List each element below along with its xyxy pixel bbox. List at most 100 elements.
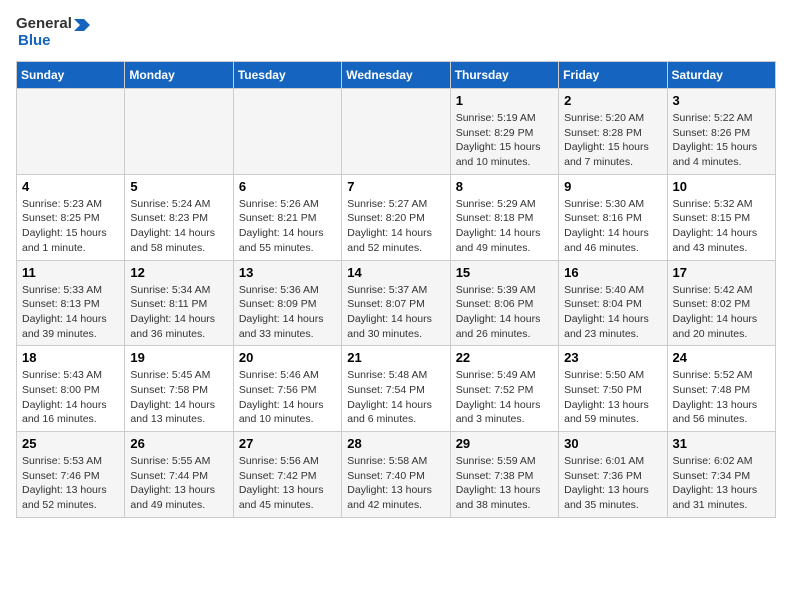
day-info: Sunrise: 5:58 AM Sunset: 7:40 PM Dayligh… (347, 454, 444, 513)
day-info: Sunrise: 5:40 AM Sunset: 8:04 PM Dayligh… (564, 283, 661, 342)
calendar-cell: 20 Sunrise: 5:46 AM Sunset: 7:56 PM Dayli… (233, 346, 341, 432)
calendar-cell: 25 Sunrise: 5:53 AM Sunset: 7:46 PM Dayli… (17, 432, 125, 518)
day-info: Sunrise: 5:53 AM Sunset: 7:46 PM Dayligh… (22, 454, 119, 513)
day-number: 16 (564, 265, 661, 280)
header-cell-friday: Friday (559, 62, 667, 89)
day-info: Sunrise: 5:19 AM Sunset: 8:29 PM Dayligh… (456, 111, 553, 170)
calendar-cell: 10 Sunrise: 5:32 AM Sunset: 8:15 PM Dayli… (667, 174, 775, 260)
logo-chevron-icon (74, 17, 90, 31)
calendar-header: SundayMondayTuesdayWednesdayThursdayFrid… (17, 62, 776, 89)
day-number: 12 (130, 265, 227, 280)
calendar-cell (125, 89, 233, 175)
day-info: Sunrise: 5:33 AM Sunset: 8:13 PM Dayligh… (22, 283, 119, 342)
day-number: 13 (239, 265, 336, 280)
day-number: 10 (673, 179, 770, 194)
day-number: 8 (456, 179, 553, 194)
day-number: 9 (564, 179, 661, 194)
header-cell-monday: Monday (125, 62, 233, 89)
day-info: Sunrise: 5:42 AM Sunset: 8:02 PM Dayligh… (673, 283, 770, 342)
day-number: 25 (22, 436, 119, 451)
day-info: Sunrise: 5:56 AM Sunset: 7:42 PM Dayligh… (239, 454, 336, 513)
week-row-1: 4 Sunrise: 5:23 AM Sunset: 8:25 PM Daylig… (17, 174, 776, 260)
day-info: Sunrise: 5:59 AM Sunset: 7:38 PM Dayligh… (456, 454, 553, 513)
calendar-cell: 29 Sunrise: 5:59 AM Sunset: 7:38 PM Dayli… (450, 432, 558, 518)
day-info: Sunrise: 5:46 AM Sunset: 7:56 PM Dayligh… (239, 368, 336, 427)
day-number: 23 (564, 350, 661, 365)
day-number: 19 (130, 350, 227, 365)
calendar-cell: 30Sunrise: 6:01 AM Sunset: 7:36 PM Dayli… (559, 432, 667, 518)
day-info: Sunrise: 5:43 AM Sunset: 8:00 PM Dayligh… (22, 368, 119, 427)
day-info: Sunrise: 5:20 AM Sunset: 8:28 PM Dayligh… (564, 111, 661, 170)
day-number: 26 (130, 436, 227, 451)
day-info: Sunrise: 5:55 AM Sunset: 7:44 PM Dayligh… (130, 454, 227, 513)
calendar-cell: 31 Sunrise: 6:02 AM Sunset: 7:34 PM Dayli… (667, 432, 775, 518)
calendar-cell: 18 Sunrise: 5:43 AM Sunset: 8:00 PM Dayli… (17, 346, 125, 432)
day-number: 18 (22, 350, 119, 365)
day-info: Sunrise: 6:02 AM Sunset: 7:34 PM Dayligh… (673, 454, 770, 513)
day-number: 11 (22, 265, 119, 280)
day-info: Sunrise: 5:50 AM Sunset: 7:50 PM Dayligh… (564, 368, 661, 427)
day-number: 27 (239, 436, 336, 451)
day-info: Sunrise: 5:22 AM Sunset: 8:26 PM Dayligh… (673, 111, 770, 170)
day-number: 1 (456, 93, 553, 108)
day-number: 29 (456, 436, 553, 451)
day-number: 15 (456, 265, 553, 280)
day-info: Sunrise: 5:36 AM Sunset: 8:09 PM Dayligh… (239, 283, 336, 342)
calendar-cell: 2Sunrise: 5:20 AM Sunset: 8:28 PM Daylig… (559, 89, 667, 175)
calendar-cell: 22 Sunrise: 5:49 AM Sunset: 7:52 PM Dayli… (450, 346, 558, 432)
calendar-cell (233, 89, 341, 175)
calendar-cell (342, 89, 450, 175)
day-info: Sunrise: 5:37 AM Sunset: 8:07 PM Dayligh… (347, 283, 444, 342)
calendar-cell: 6 Sunrise: 5:26 AM Sunset: 8:21 PM Daylig… (233, 174, 341, 260)
day-number: 30 (564, 436, 661, 451)
calendar-cell: 5 Sunrise: 5:24 AM Sunset: 8:23 PM Daylig… (125, 174, 233, 260)
calendar-cell: 28Sunrise: 5:58 AM Sunset: 7:40 PM Dayli… (342, 432, 450, 518)
day-info: Sunrise: 5:32 AM Sunset: 8:15 PM Dayligh… (673, 197, 770, 256)
calendar-cell: 15 Sunrise: 5:39 AM Sunset: 8:06 PM Dayli… (450, 260, 558, 346)
calendar-cell: 24 Sunrise: 5:52 AM Sunset: 7:48 PM Dayli… (667, 346, 775, 432)
logo-general: General (16, 16, 72, 33)
day-number: 5 (130, 179, 227, 194)
day-number: 20 (239, 350, 336, 365)
week-row-0: 1 Sunrise: 5:19 AM Sunset: 8:29 PM Daylig… (17, 89, 776, 175)
day-number: 7 (347, 179, 444, 194)
day-info: Sunrise: 5:52 AM Sunset: 7:48 PM Dayligh… (673, 368, 770, 427)
day-number: 14 (347, 265, 444, 280)
week-row-2: 11 Sunrise: 5:33 AM Sunset: 8:13 PM Dayli… (17, 260, 776, 346)
calendar-cell: 8Sunrise: 5:29 AM Sunset: 8:18 PM Daylig… (450, 174, 558, 260)
day-info: Sunrise: 5:26 AM Sunset: 8:21 PM Dayligh… (239, 197, 336, 256)
week-row-3: 18 Sunrise: 5:43 AM Sunset: 8:00 PM Dayli… (17, 346, 776, 432)
header-row: SundayMondayTuesdayWednesdayThursdayFrid… (17, 62, 776, 89)
day-info: Sunrise: 5:23 AM Sunset: 8:25 PM Dayligh… (22, 197, 119, 256)
logo-container: General Blue (16, 16, 90, 49)
day-info: Sunrise: 5:24 AM Sunset: 8:23 PM Dayligh… (130, 197, 227, 256)
logo: General Blue (16, 16, 90, 49)
calendar-cell: 16 Sunrise: 5:40 AM Sunset: 8:04 PM Dayli… (559, 260, 667, 346)
day-number: 21 (347, 350, 444, 365)
day-info: Sunrise: 5:49 AM Sunset: 7:52 PM Dayligh… (456, 368, 553, 427)
day-number: 3 (673, 93, 770, 108)
calendar-cell: 14 Sunrise: 5:37 AM Sunset: 8:07 PM Dayli… (342, 260, 450, 346)
day-number: 17 (673, 265, 770, 280)
day-number: 22 (456, 350, 553, 365)
day-number: 6 (239, 179, 336, 194)
day-number: 31 (673, 436, 770, 451)
day-number: 4 (22, 179, 119, 194)
calendar-cell: 17 Sunrise: 5:42 AM Sunset: 8:02 PM Dayli… (667, 260, 775, 346)
header-cell-wednesday: Wednesday (342, 62, 450, 89)
header-cell-tuesday: Tuesday (233, 62, 341, 89)
calendar-cell: 7Sunrise: 5:27 AM Sunset: 8:20 PM Daylig… (342, 174, 450, 260)
calendar-cell (17, 89, 125, 175)
calendar-cell: 3 Sunrise: 5:22 AM Sunset: 8:26 PM Daylig… (667, 89, 775, 175)
calendar-cell: 13 Sunrise: 5:36 AM Sunset: 8:09 PM Dayli… (233, 260, 341, 346)
day-number: 24 (673, 350, 770, 365)
day-info: Sunrise: 5:34 AM Sunset: 8:11 PM Dayligh… (130, 283, 227, 342)
day-info: Sunrise: 5:39 AM Sunset: 8:06 PM Dayligh… (456, 283, 553, 342)
header-cell-thursday: Thursday (450, 62, 558, 89)
calendar-cell: 11 Sunrise: 5:33 AM Sunset: 8:13 PM Dayli… (17, 260, 125, 346)
calendar-cell: 26 Sunrise: 5:55 AM Sunset: 7:44 PM Dayli… (125, 432, 233, 518)
calendar-cell: 12 Sunrise: 5:34 AM Sunset: 8:11 PM Dayli… (125, 260, 233, 346)
calendar-cell: 19Sunrise: 5:45 AM Sunset: 7:58 PM Dayli… (125, 346, 233, 432)
day-info: Sunrise: 5:48 AM Sunset: 7:54 PM Dayligh… (347, 368, 444, 427)
calendar-cell: 1 Sunrise: 5:19 AM Sunset: 8:29 PM Daylig… (450, 89, 558, 175)
